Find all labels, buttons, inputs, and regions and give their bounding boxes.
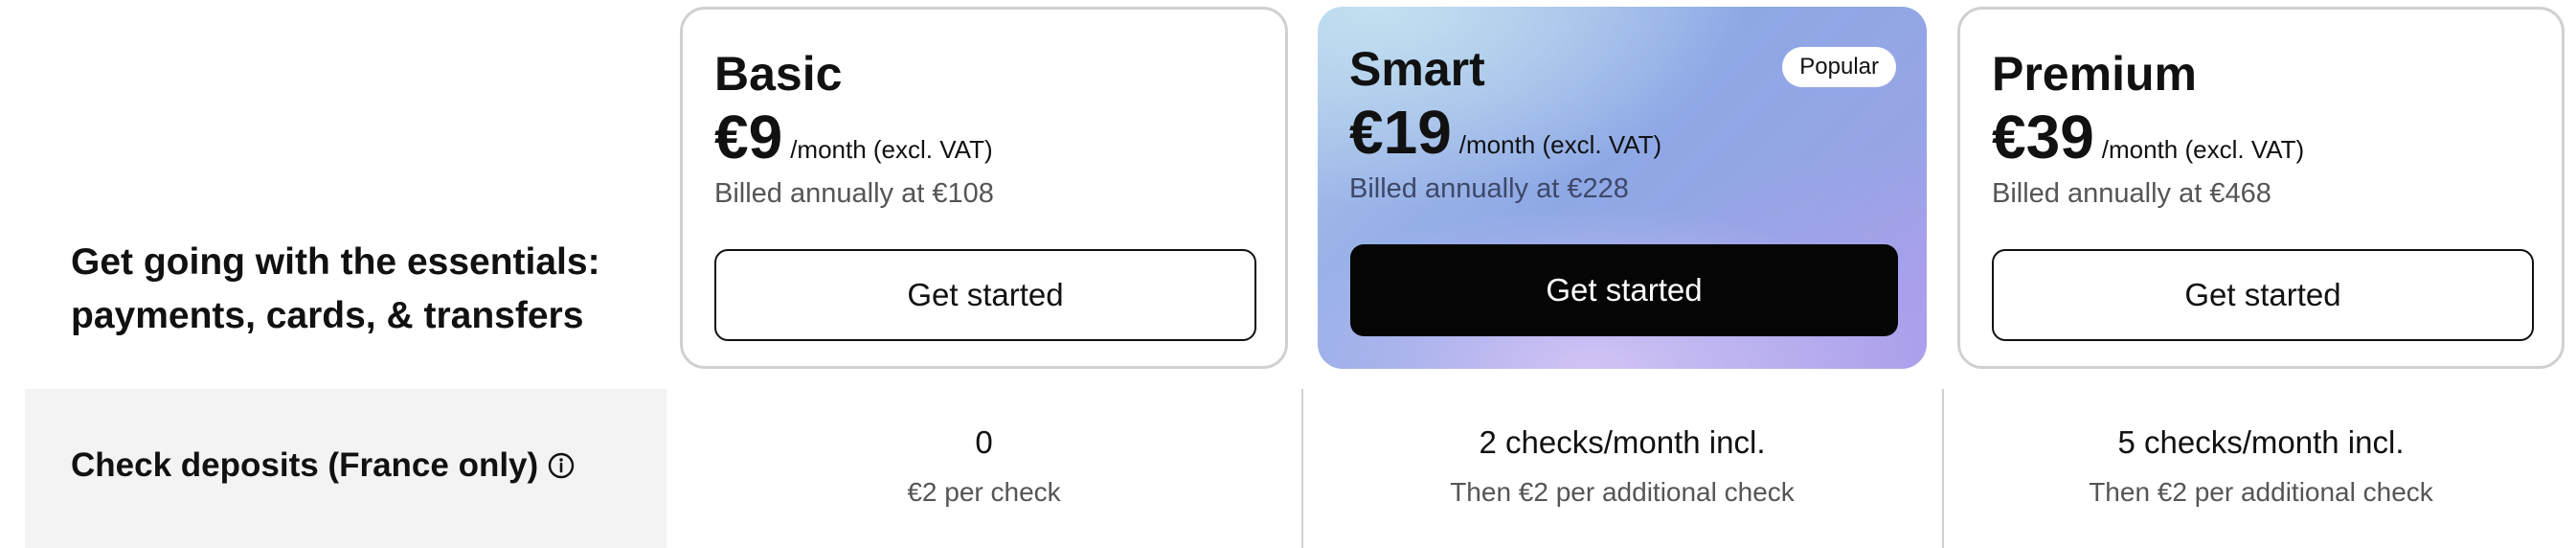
feature-value-note: Then €2 per additional check xyxy=(1450,477,1795,507)
plan-card-basic: Basic €9/month (excl. VAT) Billed annual… xyxy=(680,7,1288,369)
price-unit: /month (excl. VAT) xyxy=(1458,130,1662,159)
plan-name: Smart xyxy=(1349,42,1485,96)
price-row: €9/month (excl. VAT) xyxy=(714,102,993,172)
plan-price: €39 xyxy=(1992,103,2094,171)
info-circle-icon[interactable] xyxy=(548,452,575,479)
feature-value: 5 checks/month incl. xyxy=(2117,424,2405,460)
price-unit: /month (excl. VAT) xyxy=(790,135,993,164)
price-unit: /month (excl. VAT) xyxy=(2101,135,2305,164)
feature-value: 0 xyxy=(975,424,993,460)
billing-note: Billed annually at €468 xyxy=(1992,178,2271,209)
feature-cell-premium: 5 checks/month incl. Then €2 per additio… xyxy=(1957,422,2565,512)
plans-intro-line-2: payments, cards, & transfers xyxy=(71,295,584,336)
plan-card-premium: Premium €39/month (excl. VAT) Billed ann… xyxy=(1957,7,2565,369)
plans-intro-line-1: Get going with the essentials: xyxy=(71,241,600,283)
column-divider xyxy=(1301,389,1303,548)
get-started-basic-button[interactable]: Get started xyxy=(714,249,1256,341)
column-divider xyxy=(1942,389,1944,548)
feature-value-note: €2 per check xyxy=(907,477,1061,507)
feature-label-check-deposits: Check deposits (France only) xyxy=(71,446,575,485)
get-started-smart-button[interactable]: Get started xyxy=(1350,244,1898,336)
plan-name: Basic xyxy=(714,47,843,101)
feature-label-text: Check deposits (France only) xyxy=(71,446,539,484)
plan-card-smart: Smart Popular €19/month (excl. VAT) Bill… xyxy=(1318,7,1927,369)
plan-price: €19 xyxy=(1349,98,1452,167)
billing-note: Billed annually at €108 xyxy=(714,178,994,209)
get-started-premium-button[interactable]: Get started xyxy=(1992,249,2534,341)
price-row: €19/month (excl. VAT) xyxy=(1349,97,1661,168)
price-row: €39/month (excl. VAT) xyxy=(1992,102,2304,172)
feature-value-note: Then €2 per additional check xyxy=(2089,477,2433,507)
plans-intro-heading: Get going with the essentials: payments,… xyxy=(71,236,645,343)
plan-name: Premium xyxy=(1992,47,2197,101)
feature-cell-smart: 2 checks/month incl. Then €2 per additio… xyxy=(1318,422,1927,512)
popular-badge: Popular xyxy=(1782,47,1896,87)
plan-price: €9 xyxy=(714,103,783,171)
feature-cell-basic: 0 €2 per check xyxy=(680,422,1288,512)
feature-value: 2 checks/month incl. xyxy=(1479,424,1766,460)
billing-note: Billed annually at €228 xyxy=(1349,173,1629,204)
